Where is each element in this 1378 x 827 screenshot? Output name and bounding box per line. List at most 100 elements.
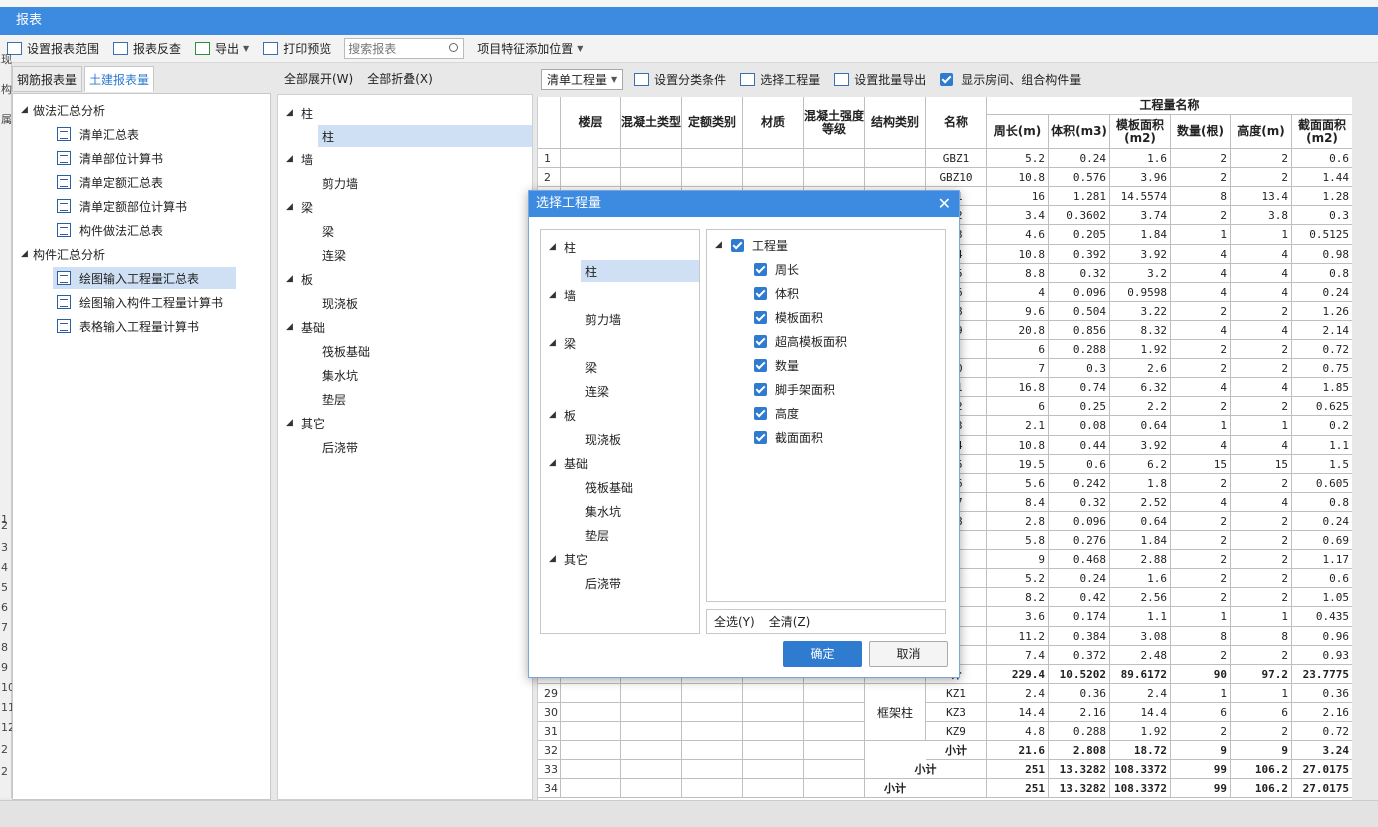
- qty-value[interactable]: 15: [1171, 455, 1231, 474]
- column-header[interactable]: 周长(m): [987, 115, 1049, 149]
- qty-value[interactable]: 0.096: [1049, 512, 1110, 531]
- tab-rebar-report[interactable]: 钢筋报表量: [12, 66, 83, 92]
- collapse-triangle-icon[interactable]: ◢: [549, 458, 561, 468]
- qty-value[interactable]: 2: [1231, 302, 1292, 321]
- qty-value[interactable]: 5.8: [987, 531, 1049, 550]
- report-item[interactable]: 清单定额部位计算书: [57, 195, 187, 217]
- qty-value[interactable]: 11.2: [987, 627, 1049, 646]
- qty-value[interactable]: 8.32: [1110, 321, 1171, 340]
- qty-value[interactable]: 0.288: [1049, 340, 1110, 359]
- qty-value[interactable]: 3.96: [1110, 168, 1171, 187]
- qty-value[interactable]: 0.25: [1049, 397, 1110, 416]
- search-icon[interactable]: [449, 43, 459, 52]
- qty-value[interactable]: 0.44: [1049, 436, 1110, 455]
- qty-value[interactable]: 3.24: [1292, 741, 1352, 760]
- qty-value[interactable]: 251: [987, 760, 1049, 779]
- qty-value[interactable]: 4: [1231, 245, 1292, 264]
- collapse-all-button[interactable]: 全部折叠(X): [360, 70, 440, 87]
- qty-value[interactable]: 4: [1231, 378, 1292, 397]
- qty-value[interactable]: 2: [1231, 569, 1292, 588]
- qty-value[interactable]: 2: [1171, 722, 1231, 741]
- collapse-triangle-icon[interactable]: ◢: [286, 154, 298, 164]
- qty-item-checkbox[interactable]: 脚手架面积: [754, 378, 835, 400]
- qty-value[interactable]: 1: [1231, 607, 1292, 627]
- qty-value[interactable]: 2: [1171, 302, 1231, 321]
- qty-value[interactable]: 16: [987, 187, 1049, 206]
- qty-value[interactable]: 0.3: [1292, 206, 1352, 225]
- collapse-triangle-icon[interactable]: ◢: [21, 249, 33, 259]
- qty-value[interactable]: 106.2: [1231, 760, 1292, 779]
- qty-value[interactable]: 1.6: [1110, 569, 1171, 588]
- qty-value[interactable]: 13.3282: [1049, 779, 1110, 798]
- qty-value[interactable]: 0.576: [1049, 168, 1110, 187]
- qty-value[interactable]: 4: [1231, 283, 1292, 302]
- collapse-triangle-icon[interactable]: ◢: [715, 240, 727, 250]
- qty-item-checkbox[interactable]: 体积: [754, 282, 799, 304]
- qty-value[interactable]: 1: [1231, 684, 1292, 703]
- qty-value[interactable]: 0.93: [1292, 646, 1352, 665]
- qty-value[interactable]: 0.42: [1049, 588, 1110, 607]
- qty-value[interactable]: 0.6: [1049, 455, 1110, 474]
- qty-value[interactable]: 0.36: [1292, 684, 1352, 703]
- checkbox-checked-icon[interactable]: [754, 406, 767, 420]
- qty-value[interactable]: 3.92: [1110, 436, 1171, 455]
- qty-value[interactable]: 0.384: [1049, 627, 1110, 646]
- qty-value[interactable]: 1.1: [1110, 607, 1171, 627]
- dialog-category-leaf[interactable]: 剪力墙: [585, 308, 621, 330]
- qty-value[interactable]: 2: [1171, 569, 1231, 588]
- collapse-triangle-icon[interactable]: ◢: [286, 418, 298, 428]
- qty-value[interactable]: 2.1: [987, 416, 1049, 436]
- column-header[interactable]: 截面面积(m2): [1292, 115, 1352, 149]
- print-preview-button[interactable]: 打印预览: [256, 37, 338, 61]
- qty-value[interactable]: 0.72: [1292, 340, 1352, 359]
- qty-value[interactable]: 1.6: [1110, 149, 1171, 168]
- qty-value[interactable]: 2: [1231, 512, 1292, 531]
- dialog-category-leaf-selected[interactable]: 柱: [581, 260, 699, 282]
- qty-value[interactable]: 0.98: [1292, 245, 1352, 264]
- report-item[interactable]: 清单部位计算书: [57, 147, 163, 169]
- qty-value[interactable]: 0.64: [1110, 512, 1171, 531]
- qty-value[interactable]: 1.8: [1110, 474, 1171, 493]
- qty-value[interactable]: 1: [1171, 225, 1231, 245]
- qty-value[interactable]: 0.205: [1049, 225, 1110, 245]
- qty-value[interactable]: 3.6: [987, 607, 1049, 627]
- qty-value[interactable]: 5.2: [987, 569, 1049, 588]
- qty-value[interactable]: 5.6: [987, 474, 1049, 493]
- qty-value[interactable]: 0.504: [1049, 302, 1110, 321]
- qty-value[interactable]: 5.2: [987, 149, 1049, 168]
- qty-value[interactable]: 4: [1171, 493, 1231, 512]
- checkbox-checked-icon[interactable]: [754, 382, 767, 396]
- qty-value[interactable]: 6: [987, 340, 1049, 359]
- qty-value[interactable]: 2.4: [1110, 684, 1171, 703]
- qty-item-checkbox[interactable]: 高度: [754, 402, 799, 424]
- checkbox-checked-icon[interactable]: [731, 238, 744, 252]
- qty-value[interactable]: 6: [987, 397, 1049, 416]
- qty-value[interactable]: 7: [987, 359, 1049, 378]
- qty-value[interactable]: 2: [1171, 474, 1231, 493]
- qty-value[interactable]: 27.0175: [1292, 779, 1352, 798]
- qty-value[interactable]: 0.32: [1049, 264, 1110, 283]
- qty-value[interactable]: 2: [1231, 474, 1292, 493]
- category-leaf[interactable]: 梁: [322, 220, 334, 242]
- qty-value[interactable]: 0.372: [1049, 646, 1110, 665]
- report-item-selected[interactable]: 绘图输入工程量汇总表: [53, 267, 236, 289]
- column-header[interactable]: 材质: [743, 97, 804, 149]
- category-node[interactable]: ◢ 柱: [286, 102, 313, 124]
- dialog-category-leaf[interactable]: 后浇带: [585, 572, 621, 594]
- qty-value[interactable]: 0.468: [1049, 550, 1110, 569]
- qty-value[interactable]: 2: [1231, 340, 1292, 359]
- ok-button[interactable]: 确定: [783, 641, 862, 667]
- qty-value[interactable]: 0.605: [1292, 474, 1352, 493]
- qty-value[interactable]: 2.8: [987, 512, 1049, 531]
- dialog-category-leaf[interactable]: 现浇板: [585, 428, 621, 450]
- qty-value[interactable]: 4: [1231, 321, 1292, 340]
- qty-value[interactable]: 1.28: [1292, 187, 1352, 206]
- qty-value[interactable]: 10.8: [987, 168, 1049, 187]
- qty-value[interactable]: 108.3372: [1110, 779, 1171, 798]
- qty-value[interactable]: 20.8: [987, 321, 1049, 340]
- qty-value[interactable]: 0.2: [1292, 416, 1352, 436]
- set-range-button[interactable]: 设置报表范围: [0, 37, 106, 61]
- qty-value[interactable]: 2: [1231, 531, 1292, 550]
- qty-root-checkbox[interactable]: ◢ 工程量: [715, 234, 788, 256]
- search-input[interactable]: [348, 41, 449, 56]
